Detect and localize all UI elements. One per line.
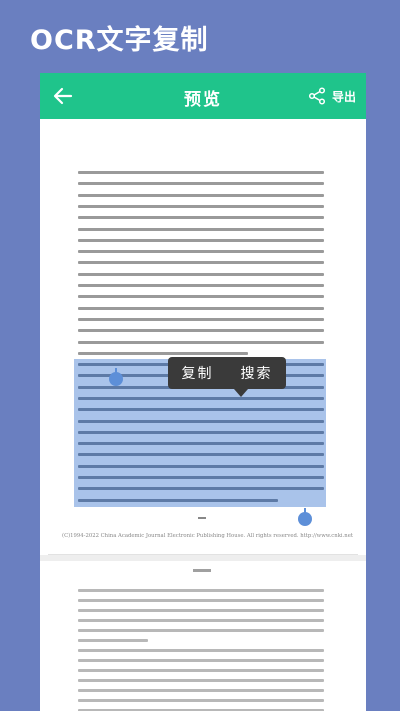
text-line (78, 599, 324, 602)
selected-text-line (78, 453, 324, 457)
text-line (78, 171, 324, 174)
text-line (78, 659, 324, 662)
export-label: 导出 (331, 89, 356, 104)
page-number-mark (198, 517, 206, 519)
text-line (78, 619, 324, 622)
text-selection-menu: 复制 搜索 (168, 357, 286, 389)
menu-pointer (234, 389, 248, 397)
selected-text-line (78, 464, 324, 468)
text-line (78, 250, 324, 254)
top-bar: 预览 导出 (40, 73, 366, 119)
document-page-2 (48, 561, 358, 711)
selected-text-line (78, 442, 324, 446)
share-icon (308, 87, 326, 105)
search-button[interactable]: 搜索 (241, 363, 273, 383)
selected-text-line (78, 498, 278, 502)
selected-text-line (78, 408, 324, 412)
page-header-mark (193, 569, 211, 572)
document-preview[interactable]: (C)1994-2022 China Academic Journal Elec… (40, 119, 366, 711)
text-line (78, 689, 324, 692)
text-line (78, 589, 324, 592)
selected-text-line (78, 419, 324, 423)
export-button[interactable]: 导出 (308, 85, 356, 107)
text-line (78, 699, 324, 702)
text-line (78, 295, 324, 299)
text-line (78, 306, 324, 310)
text-line (78, 317, 324, 321)
text-line (78, 261, 324, 265)
selected-text-line (78, 476, 324, 479)
text-line (78, 182, 324, 186)
text-line (78, 609, 324, 612)
text-line (78, 679, 324, 682)
selection-start-handle[interactable] (107, 368, 125, 386)
copyright-text: (C)1994-2022 China Academic Journal Elec… (62, 533, 353, 539)
text-line (78, 284, 324, 287)
text-line (78, 351, 248, 355)
selected-text-line (78, 396, 324, 400)
text-line (78, 669, 324, 672)
text-line (78, 340, 324, 344)
text-line (78, 193, 324, 197)
text-line (78, 238, 324, 242)
promo-headline: OCR文字复制 (30, 25, 209, 56)
text-line (78, 639, 148, 642)
selection-end-handle[interactable] (296, 508, 314, 526)
selected-text-line (78, 487, 324, 491)
text-line (78, 204, 324, 208)
copy-button[interactable]: 复制 (182, 363, 214, 383)
text-line (78, 329, 324, 333)
document-page: (C)1994-2022 China Academic Journal Elec… (48, 119, 358, 555)
text-line (78, 227, 324, 231)
text-line (78, 649, 324, 652)
text-line (78, 272, 324, 276)
selected-text-line (78, 430, 324, 434)
text-line (78, 216, 324, 220)
text-line (78, 629, 324, 632)
phone-screen: 预览 导出 (C)1994-2022 China Academic Journa… (40, 73, 366, 711)
